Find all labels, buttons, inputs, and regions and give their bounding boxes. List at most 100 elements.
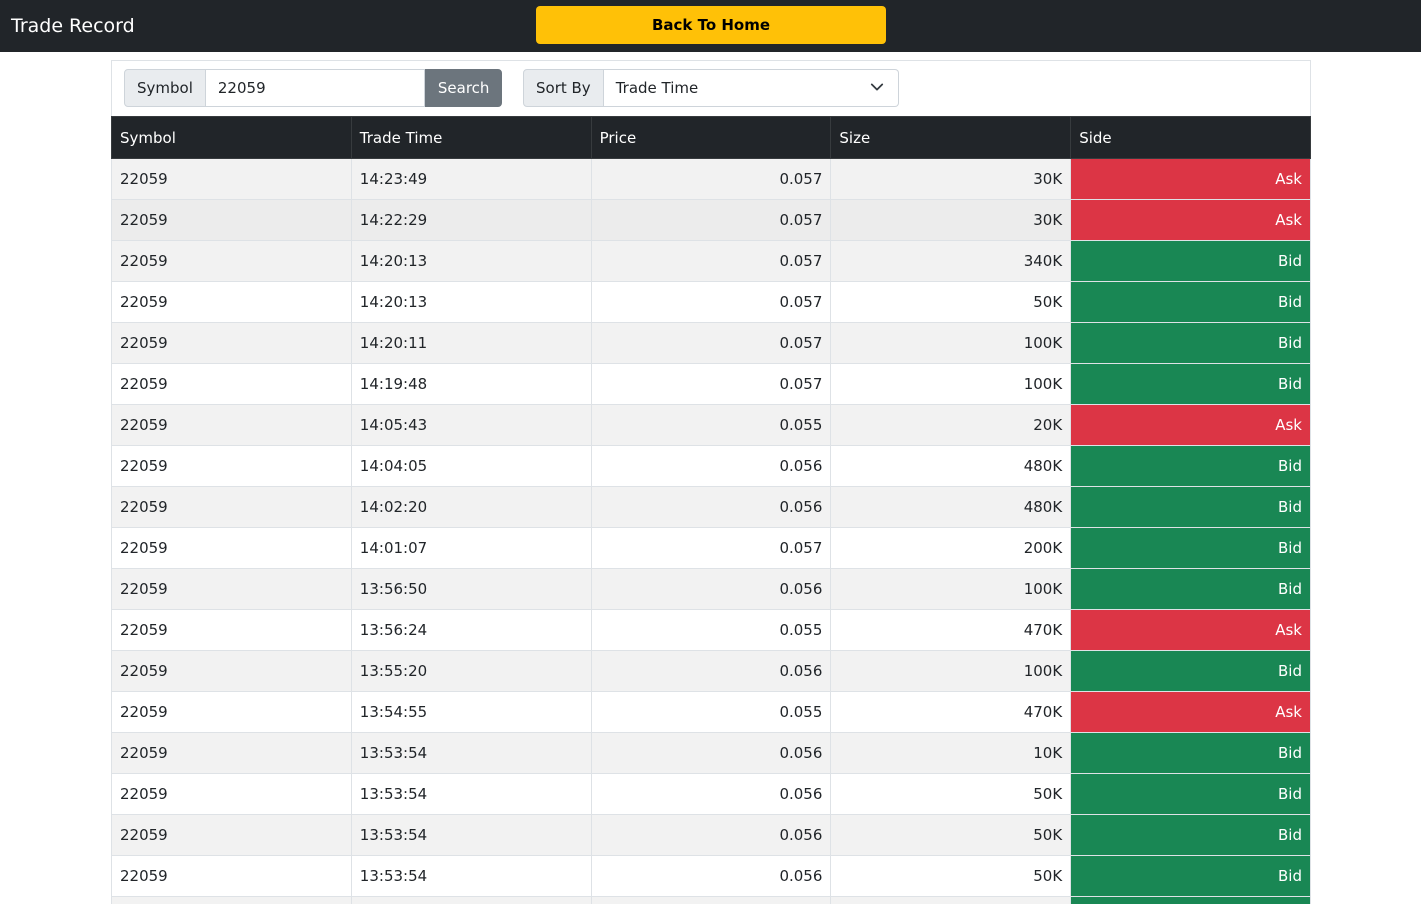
table-row: 22059 13:53:54 0.056 10K Bid bbox=[111, 732, 1311, 774]
cell-side: Bid bbox=[1070, 568, 1311, 610]
cell-side: Bid bbox=[1070, 281, 1311, 323]
cell-trade-time: 14:01:07 bbox=[350, 527, 592, 569]
cell-symbol: 22059 bbox=[111, 486, 352, 528]
cell-price: 0.057 bbox=[590, 322, 832, 364]
cell-side: Bid bbox=[1070, 855, 1311, 897]
cell-side: Bid bbox=[1070, 363, 1311, 405]
table-header-row: Symbol Trade Time Price Size Side bbox=[111, 116, 1311, 159]
cell-price: 0.056 bbox=[590, 773, 832, 815]
cell-size bbox=[830, 896, 1072, 904]
cell-trade-time: 14:02:20 bbox=[350, 486, 592, 528]
cell-price: 0.057 bbox=[590, 199, 832, 241]
table-row: 22059 14:02:20 0.056 480K Bid bbox=[111, 486, 1311, 528]
sort-group: Sort By Trade Time bbox=[523, 69, 899, 107]
cell-symbol: 22059 bbox=[111, 855, 352, 897]
cell-size: 20K bbox=[830, 404, 1072, 446]
cell-symbol: 22059 bbox=[111, 527, 352, 569]
cell-size: 100K bbox=[830, 568, 1072, 610]
cell-side: Bid bbox=[1070, 486, 1311, 528]
cell-price: 0.056 bbox=[590, 855, 832, 897]
column-header-symbol[interactable]: Symbol bbox=[111, 116, 352, 159]
column-header-price[interactable]: Price bbox=[590, 116, 832, 159]
cell-side: Bid bbox=[1070, 445, 1311, 487]
cell-size: 50K bbox=[830, 855, 1072, 897]
cell-symbol: 22059 bbox=[111, 199, 352, 241]
cell-trade-time: 13:53:54 bbox=[350, 814, 592, 856]
cell-symbol: 22059 bbox=[111, 322, 352, 364]
filter-toolbar: Symbol Search Sort By Trade Time bbox=[111, 60, 1311, 117]
cell-trade-time: 14:05:43 bbox=[350, 404, 592, 446]
symbol-search-input[interactable] bbox=[205, 69, 425, 107]
cell-size: 100K bbox=[830, 363, 1072, 405]
cell-symbol: 22059 bbox=[111, 240, 352, 282]
cell-trade-time: 14:20:13 bbox=[350, 281, 592, 323]
cell-price: 0.056 bbox=[590, 486, 832, 528]
table-row: 22059 14:20:11 0.057 100K Bid bbox=[111, 322, 1311, 364]
cell-trade-time: 14:20:13 bbox=[350, 240, 592, 282]
cell-size: 50K bbox=[830, 281, 1072, 323]
table-row: 22059 14:22:29 0.057 30K Ask bbox=[111, 199, 1311, 241]
cell-price bbox=[590, 896, 832, 904]
cell-price: 0.057 bbox=[590, 527, 832, 569]
cell-symbol: 22059 bbox=[111, 814, 352, 856]
sort-by-label: Sort By bbox=[523, 69, 604, 107]
search-button[interactable]: Search bbox=[424, 69, 503, 107]
cell-trade-time: 14:19:48 bbox=[350, 363, 592, 405]
cell-trade-time: 13:53:54 bbox=[350, 732, 592, 774]
cell-symbol: 22059 bbox=[111, 691, 352, 733]
cell-symbol: 22059 bbox=[111, 281, 352, 323]
cell-side: Bid bbox=[1070, 527, 1311, 569]
cell-symbol: 22059 bbox=[111, 732, 352, 774]
cell-side: Bid bbox=[1070, 240, 1311, 282]
column-header-side[interactable]: Side bbox=[1070, 116, 1311, 159]
cell-size: 50K bbox=[830, 773, 1072, 815]
cell-symbol: 22059 bbox=[111, 158, 352, 200]
cell-symbol: 22059 bbox=[111, 445, 352, 487]
cell-price: 0.056 bbox=[590, 568, 832, 610]
cell-size: 100K bbox=[830, 322, 1072, 364]
column-header-size[interactable]: Size bbox=[830, 116, 1072, 159]
cell-size: 480K bbox=[830, 486, 1072, 528]
cell-price: 0.055 bbox=[590, 609, 832, 651]
cell-price: 0.056 bbox=[590, 650, 832, 692]
table-row: 22059 13:53:54 0.056 50K Bid bbox=[111, 814, 1311, 856]
cell-symbol: 22059 bbox=[111, 609, 352, 651]
table-row: 22059 14:01:07 0.057 200K Bid bbox=[111, 527, 1311, 569]
cell-size: 50K bbox=[830, 814, 1072, 856]
cell-trade-time: 13:53:54 bbox=[350, 773, 592, 815]
cell-size: 30K bbox=[830, 158, 1072, 200]
table-row: 22059 13:56:50 0.056 100K Bid bbox=[111, 568, 1311, 610]
chevron-down-icon bbox=[870, 83, 884, 91]
cell-size: 30K bbox=[830, 199, 1072, 241]
cell-price: 0.057 bbox=[590, 240, 832, 282]
cell-symbol: 22059 bbox=[111, 650, 352, 692]
cell-symbol: 22059 bbox=[111, 363, 352, 405]
table-row: 22059 14:20:13 0.057 50K Bid bbox=[111, 281, 1311, 323]
table-row: 22059 13:54:55 0.055 470K Ask bbox=[111, 691, 1311, 733]
cell-trade-time: 13:54:55 bbox=[350, 691, 592, 733]
table-row: 22059 13:53:54 0.056 50K Bid bbox=[111, 855, 1311, 897]
table-row: 22059 14:05:43 0.055 20K Ask bbox=[111, 404, 1311, 446]
cell-price: 0.057 bbox=[590, 363, 832, 405]
cell-size: 200K bbox=[830, 527, 1072, 569]
symbol-label: Symbol bbox=[124, 69, 206, 107]
cell-size: 470K bbox=[830, 609, 1072, 651]
cell-side: Ask bbox=[1070, 609, 1311, 651]
cell-side: Bid bbox=[1070, 322, 1311, 364]
symbol-search-group: Symbol Search bbox=[124, 69, 503, 107]
trade-table-body: 22059 14:23:49 0.057 30K Ask 22059 14:22:29 0.0… bbox=[111, 158, 1311, 904]
cell-symbol bbox=[111, 896, 352, 904]
column-header-trade-time[interactable]: Trade Time bbox=[350, 116, 592, 159]
cell-size: 480K bbox=[830, 445, 1072, 487]
trade-table: Symbol Trade Time Price Size Side 22059 1… bbox=[111, 116, 1311, 904]
cell-size: 470K bbox=[830, 691, 1072, 733]
cell-price: 0.057 bbox=[590, 158, 832, 200]
cell-trade-time: 14:04:05 bbox=[350, 445, 592, 487]
back-to-home-button[interactable]: Back To Home bbox=[536, 6, 886, 44]
cell-price: 0.056 bbox=[590, 814, 832, 856]
cell-side: Bid bbox=[1070, 732, 1311, 774]
cell-side: Bid bbox=[1070, 896, 1311, 904]
table-row: 22059 13:53:54 0.056 50K Bid bbox=[111, 773, 1311, 815]
sort-by-select[interactable]: Trade Time bbox=[603, 69, 899, 107]
table-row: 22059 13:55:20 0.056 100K Bid bbox=[111, 650, 1311, 692]
